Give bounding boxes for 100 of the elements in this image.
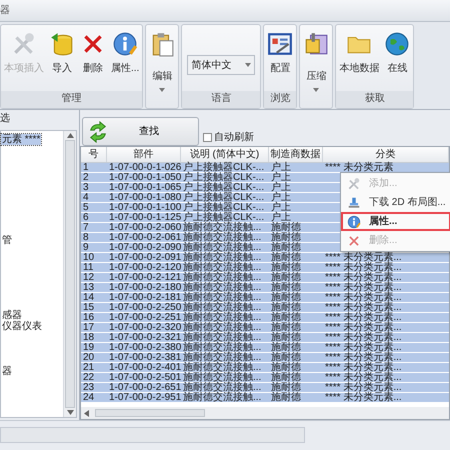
tools-icon: [347, 176, 361, 190]
table-cell: 1-07-00-0-2-090: [109, 242, 182, 253]
table-cell: **** 未分类元素...: [325, 352, 402, 363]
group-label: 浏览: [270, 93, 290, 104]
table-cell: 施耐德: [271, 242, 301, 253]
table-row[interactable]: 14 1-07-00-0-2-181 施耐德交流接触... 施耐德 **** 未分类元素...: [81, 293, 449, 303]
table-cell: 施耐德: [271, 342, 301, 353]
table-cell: 施耐德: [271, 372, 301, 383]
refresh-icon: [87, 120, 109, 142]
table-row[interactable]: 21 1-07-00-0-2-401 施耐德交流接触... 施耐德 **** 未分类元素...: [81, 363, 449, 373]
tree-item[interactable]: 器: [1, 366, 13, 377]
table-row[interactable]: 22 1-07-00-0-2-501 施耐德交流接触... 施耐德 **** 未分类元素...: [81, 373, 449, 383]
table-cell: 户上接触器CLK-...: [183, 192, 264, 203]
table-cell: 1-07-00-0-1-026: [109, 162, 182, 173]
table-cell: 23: [83, 382, 94, 393]
tree-item[interactable]: 管: [1, 235, 13, 246]
table-cell: 户上接触器CLK-...: [183, 202, 264, 213]
table-row[interactable]: 17 1-07-00-0-2-320 施耐德交流接触... 施耐德 **** 未分类元素...: [81, 323, 449, 333]
ribbon-button[interactable]: 本地数据: [337, 29, 382, 76]
table-row[interactable]: 23 1-07-00-0-2-651 施耐德交流接触... 施耐德 **** 未分类元素...: [81, 383, 449, 393]
ribbon-button[interactable]: 导入: [47, 29, 77, 76]
table-cell: 1-07-00-0-2-091: [109, 252, 182, 263]
table-cell: 1-07-00-0-1-080: [109, 192, 182, 203]
tree-item[interactable]: 仪器仪表: [1, 321, 43, 332]
ribbon-button[interactable]: 压缩: [301, 29, 332, 94]
table-cell: 施耐德: [271, 392, 301, 403]
horizontal-scrollbar[interactable]: [81, 407, 449, 419]
table-cell: 施耐德: [271, 322, 301, 333]
table-cell: 1-07-00-0-1-125: [109, 212, 182, 223]
column-header[interactable]: 部件: [107, 147, 181, 162]
table-row[interactable]: 15 1-07-00-0-2-250 施耐德交流接触... 施耐德 **** 未分类元素...: [81, 303, 449, 313]
table-cell: 2: [83, 172, 89, 183]
table-cell: 13: [83, 282, 94, 293]
table-cell: **** 未分类元素...: [325, 302, 402, 313]
table-cell: 施耐德交流接触...: [183, 242, 262, 253]
language-dropdown[interactable]: 简体中文: [187, 55, 256, 75]
table-cell: 1-07-00-0-2-251: [109, 312, 182, 323]
table-cell: 施耐德: [271, 332, 301, 343]
ribbon-button[interactable]: 在线: [382, 29, 412, 76]
table-row[interactable]: 1 1-07-00-0-1-026 户上接触器CLK-... 户上 **** 未分类元素: [81, 163, 449, 173]
ribbon-button[interactable]: 配置: [265, 29, 296, 76]
table-cell: 户上: [271, 212, 291, 223]
table-cell: 施耐德: [271, 352, 301, 363]
tree-item[interactable]: 元素 ****: [1, 134, 42, 145]
table-cell: 1-07-00-0-1-100: [109, 202, 182, 213]
group-label: 获取: [364, 93, 385, 104]
column-header[interactable]: 制造商数据: [269, 147, 323, 162]
table-cell: 1-07-00-0-2-180: [109, 282, 182, 293]
table-row[interactable]: 10 1-07-00-0-2-091 施耐德交流接触... 施耐德 **** 未分类元素...: [81, 253, 449, 263]
table-cell: 户上: [271, 182, 291, 193]
table-cell: **** 未分类元素...: [325, 362, 402, 373]
column-header[interactable]: 号: [81, 147, 107, 162]
table-cell: **** 未分类元素...: [325, 372, 402, 383]
table-cell: **** 未分类元素...: [325, 292, 402, 303]
table-cell: 1-07-00-0-2-380: [109, 342, 182, 353]
table-cell: **** 未分类元素...: [325, 342, 402, 353]
table-cell: 1-07-00-0-2-651: [109, 382, 182, 393]
tree-item[interactable]: 感器: [1, 310, 23, 321]
table-cell: 24: [83, 392, 94, 403]
table-cell: 1-07-00-0-2-381: [109, 352, 182, 363]
config-icon: [267, 31, 294, 57]
table-cell: 1-07-00-0-2-951: [109, 392, 182, 403]
table-cell: 户上接触器CLK-...: [183, 212, 264, 223]
table-cell: 户上接触器CLK-...: [183, 182, 264, 193]
table-row[interactable]: 20 1-07-00-0-2-381 施耐德交流接触... 施耐德 **** 未分类元素...: [81, 353, 449, 363]
menu-item[interactable]: 属性...: [341, 212, 450, 231]
scrollbar[interactable]: [63, 131, 76, 417]
table-cell: 户上接触器CLK-...: [183, 162, 264, 173]
table-cell: 施耐德: [271, 302, 301, 313]
table-cell: 18: [83, 332, 94, 343]
table-cell: 1-07-00-0-2-250: [109, 302, 182, 313]
info-icon: [347, 214, 361, 228]
table-cell: 施耐德: [271, 252, 301, 263]
up-arrow-icon: [66, 133, 74, 138]
table-cell: 10: [83, 252, 94, 263]
group-label: 管理: [62, 93, 82, 104]
ribbon-button[interactable]: 属性...: [109, 29, 142, 76]
table-cell: 14: [83, 292, 94, 303]
table-row[interactable]: 24 1-07-00-0-2-951 施耐德交流接触... 施耐德 **** 未分类元素...: [81, 393, 449, 403]
table-cell: **** 未分类元素...: [325, 282, 402, 293]
table-cell: 施耐德: [271, 272, 301, 283]
table-row[interactable]: 18 1-07-00-0-2-321 施耐德交流接触... 施耐德 **** 未分类元素...: [81, 333, 449, 343]
ribbon-button[interactable]: 编辑: [147, 29, 178, 94]
column-header[interactable]: 分类: [323, 147, 449, 162]
table-row[interactable]: 12 1-07-00-0-2-121 施耐德交流接触... 施耐德 **** 未分类元素...: [81, 273, 449, 283]
caret-icon: [245, 63, 252, 67]
delete-icon: [347, 234, 361, 248]
info-icon: [112, 31, 138, 57]
table-row[interactable]: 13 1-07-00-0-2-180 施耐德交流接触... 施耐德 **** 未分类元素...: [81, 283, 449, 293]
column-header[interactable]: 说明 (简体中文): [181, 147, 269, 162]
ribbon-button[interactable]: 删除: [78, 29, 108, 76]
checkbox[interactable]: [203, 133, 212, 142]
find-button[interactable]: 查找: [82, 117, 199, 146]
table-cell: 施耐德: [271, 382, 301, 393]
table-row[interactable]: 11 1-07-00-0-2-120 施耐德交流接触... 施耐德 **** 未分类元素...: [81, 263, 449, 273]
table-cell: **** 未分类元素...: [325, 252, 402, 263]
table-cell: **** 未分类元素...: [325, 332, 402, 343]
table-row[interactable]: 19 1-07-00-0-2-380 施耐德交流接触... 施耐德 **** 未分类元素...: [81, 343, 449, 353]
table-cell: 施耐德交流接触...: [183, 272, 262, 283]
table-row[interactable]: 16 1-07-00-0-2-251 施耐德交流接触... 施耐德 **** 未分类元素...: [81, 313, 449, 323]
